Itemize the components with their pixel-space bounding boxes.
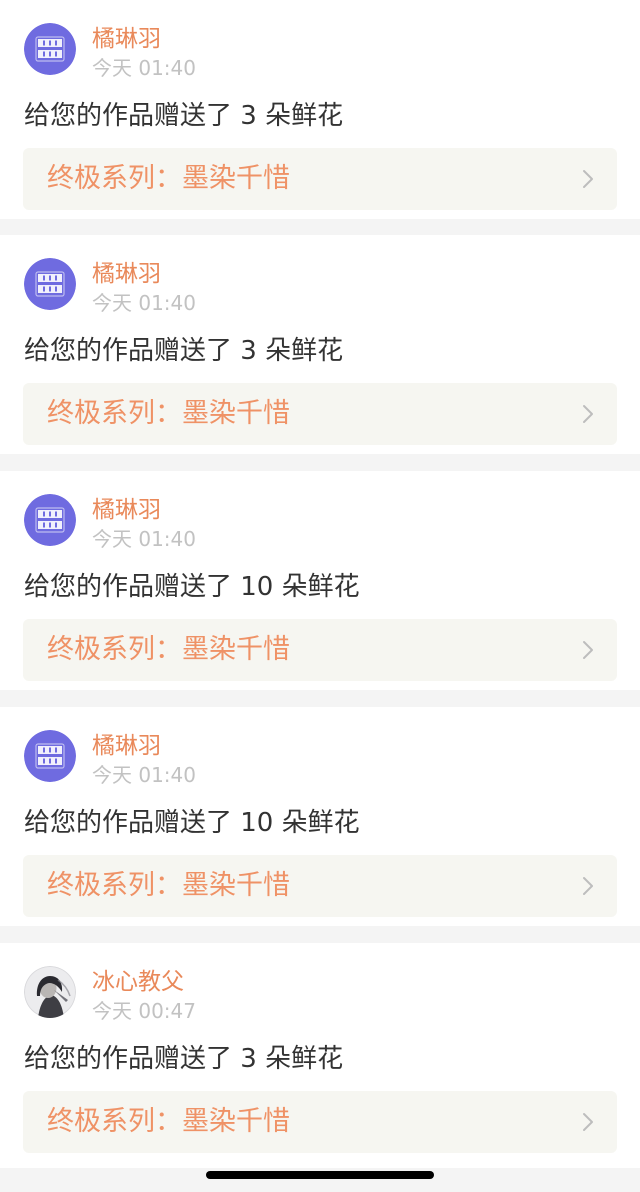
notification-message: 给您的作品赠送了 10 朵鲜花 xyxy=(24,808,360,838)
username[interactable]: 橘琳羽 xyxy=(92,731,161,761)
username[interactable]: 橘琳羽 xyxy=(92,24,161,54)
notification-card: 橘琳羽 今天 01:40 给您的作品赠送了 3 朵鲜花 终极系列：墨染千惜 xyxy=(0,235,640,454)
work-link[interactable]: 终极系列：墨染千惜 xyxy=(23,855,617,917)
notification-card: 橘琳羽 今天 01:40 给您的作品赠送了 3 朵鲜花 终极系列：墨染千惜 xyxy=(0,0,640,219)
timestamp: 今天 01:40 xyxy=(92,527,196,551)
work-title: 终极系列：墨染千惜 xyxy=(47,634,290,665)
chevron-right-icon xyxy=(583,170,593,188)
avatar[interactable] xyxy=(24,494,76,546)
notification-card: 冰心教父 今天 00:47 给您的作品赠送了 3 朵鲜花 终极系列：墨染千惜 xyxy=(0,943,640,1168)
username[interactable]: 冰心教父 xyxy=(92,967,184,997)
timestamp: 今天 01:40 xyxy=(92,763,196,787)
avatar[interactable] xyxy=(24,966,76,1018)
work-link[interactable]: 终极系列：墨染千惜 xyxy=(23,619,617,681)
home-indicator[interactable] xyxy=(206,1171,434,1179)
avatar[interactable] xyxy=(24,730,76,782)
notification-list: 橘琳羽 今天 01:40 给您的作品赠送了 3 朵鲜花 终极系列：墨染千惜 橘琳… xyxy=(0,0,640,1192)
chevron-right-icon xyxy=(583,405,593,423)
notification-message: 给您的作品赠送了 3 朵鲜花 xyxy=(24,336,344,366)
timestamp: 今天 00:47 xyxy=(92,999,196,1023)
work-link[interactable]: 终极系列：墨染千惜 xyxy=(23,1091,617,1153)
work-title: 终极系列：墨染千惜 xyxy=(47,163,290,194)
work-link[interactable]: 终极系列：墨染千惜 xyxy=(23,383,617,445)
work-title: 终极系列：墨染千惜 xyxy=(47,398,290,429)
avatar[interactable] xyxy=(24,258,76,310)
username[interactable]: 橘琳羽 xyxy=(92,495,161,525)
chevron-right-icon xyxy=(583,641,593,659)
timestamp: 今天 01:40 xyxy=(92,56,196,80)
notification-card: 橘琳羽 今天 01:40 给您的作品赠送了 10 朵鲜花 终极系列：墨染千惜 xyxy=(0,707,640,926)
notification-message: 给您的作品赠送了 3 朵鲜花 xyxy=(24,101,344,131)
notification-message: 给您的作品赠送了 10 朵鲜花 xyxy=(24,572,360,602)
avatar[interactable] xyxy=(24,23,76,75)
work-title: 终极系列：墨染千惜 xyxy=(47,1106,290,1137)
username[interactable]: 橘琳羽 xyxy=(92,259,161,289)
chevron-right-icon xyxy=(583,1113,593,1131)
timestamp: 今天 01:40 xyxy=(92,291,196,315)
work-title: 终极系列：墨染千惜 xyxy=(47,870,290,901)
work-link[interactable]: 终极系列：墨染千惜 xyxy=(23,148,617,210)
notification-message: 给您的作品赠送了 3 朵鲜花 xyxy=(24,1044,344,1074)
chevron-right-icon xyxy=(583,877,593,895)
notification-card: 橘琳羽 今天 01:40 给您的作品赠送了 10 朵鲜花 终极系列：墨染千惜 xyxy=(0,471,640,690)
